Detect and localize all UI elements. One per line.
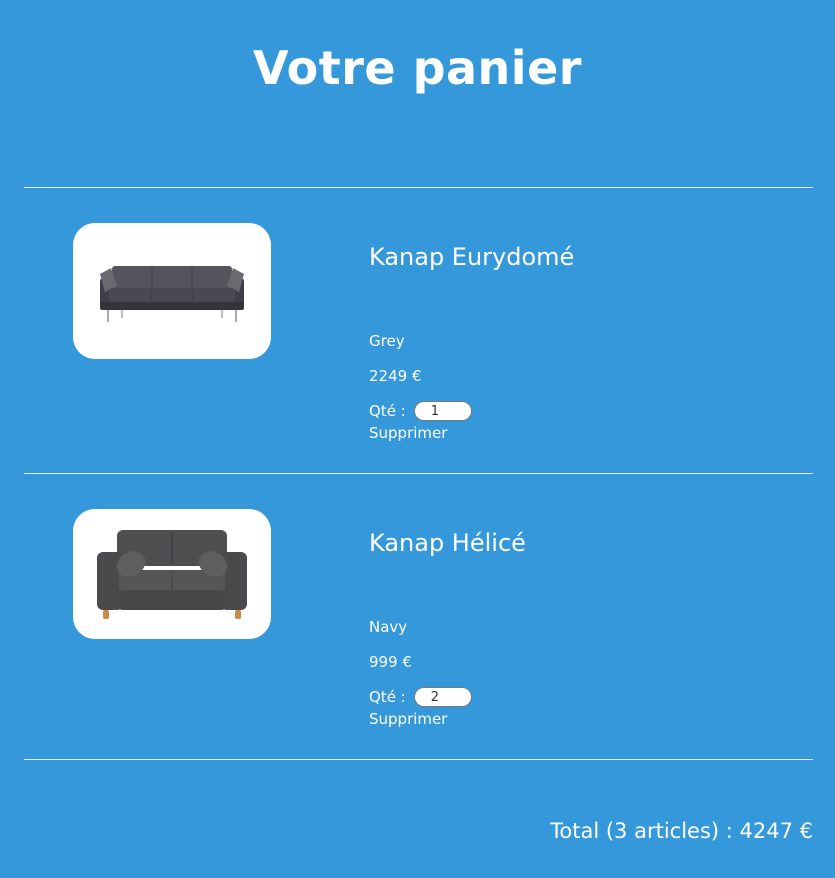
product-image (73, 509, 271, 639)
product-image (73, 223, 271, 359)
three-seat-sofa-icon (100, 266, 244, 322)
loveseat-sofa-icon (97, 530, 247, 619)
item-color: Navy (369, 618, 408, 636)
quantity-input[interactable] (413, 687, 472, 707)
cart-page: Votre panier Kanap Eurydomé Grey 2249 € … (0, 0, 835, 878)
page-title: Votre panier (253, 41, 582, 95)
item-name: Kanap Eurydomé (369, 243, 575, 271)
cart-item: Kanap Hélicé Navy 999 € Qté : Supprimer (24, 473, 813, 759)
quantity-row: Qté : (369, 401, 472, 421)
cart-total: Total (3 articles) : 4247 € (550, 819, 813, 843)
item-color: Grey (369, 332, 405, 350)
quantity-label: Qté : (369, 688, 406, 706)
divider (24, 759, 813, 760)
delete-button[interactable]: Supprimer (369, 423, 447, 443)
cart-item: Kanap Eurydomé Grey 2249 € Qté : Supprim… (24, 187, 813, 473)
quantity-input[interactable] (413, 401, 472, 421)
item-price: 999 € (369, 653, 412, 671)
item-price: 2249 € (369, 367, 422, 385)
quantity-label: Qté : (369, 402, 406, 420)
item-name: Kanap Hélicé (369, 529, 526, 557)
quantity-row: Qté : (369, 687, 472, 707)
delete-button[interactable]: Supprimer (369, 709, 447, 729)
